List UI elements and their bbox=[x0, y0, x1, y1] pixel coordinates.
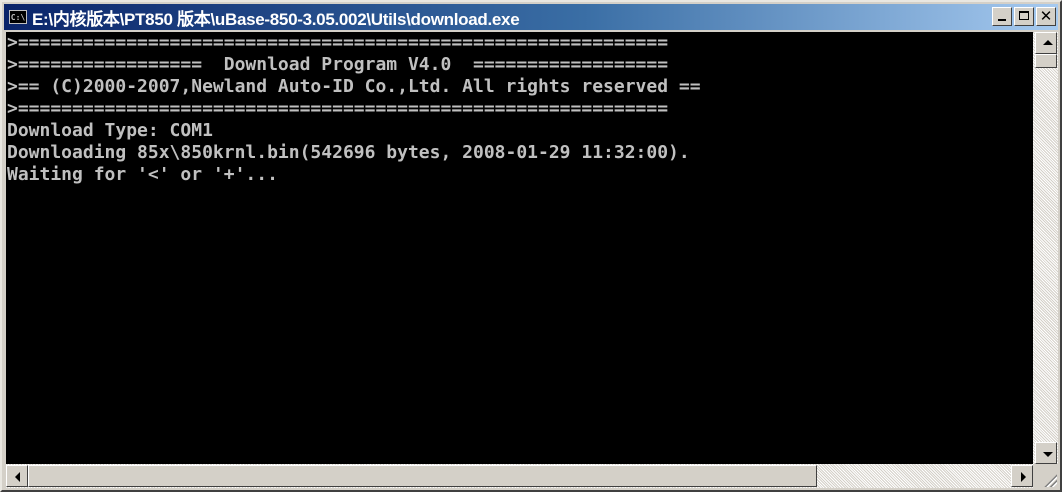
close-icon: ✕ bbox=[1039, 7, 1053, 25]
arrow-right-icon bbox=[1021, 472, 1026, 482]
scroll-left-button[interactable] bbox=[6, 465, 28, 487]
console-output[interactable]: >=======================================… bbox=[6, 32, 1033, 464]
scroll-down-button[interactable] bbox=[1035, 442, 1057, 464]
console-line: Download Type: COM1 bbox=[7, 120, 213, 141]
horizontal-scroll-thumb[interactable] bbox=[28, 465, 817, 487]
arrow-left-icon bbox=[15, 472, 20, 482]
title-bar[interactable]: C:\ E:\内核版本\PT850 版本\uBase-850-3.05.002\… bbox=[4, 4, 1058, 30]
console-line: >================= Download Program V4.0… bbox=[7, 54, 669, 75]
minimize-icon bbox=[998, 19, 1006, 21]
size-grip[interactable] bbox=[1033, 464, 1058, 488]
console-line: Waiting for '<' or '+'... bbox=[7, 164, 278, 185]
scroll-up-button[interactable] bbox=[1035, 32, 1057, 54]
arrow-down-icon bbox=[1043, 452, 1053, 457]
vertical-scrollbar[interactable] bbox=[1033, 32, 1058, 464]
cmd-icon[interactable]: C:\ bbox=[9, 10, 27, 24]
console-line: Downloading 85x\850krnl.bin(542696 bytes… bbox=[7, 142, 690, 163]
close-button[interactable]: ✕ bbox=[1036, 7, 1056, 26]
window-title: E:\内核版本\PT850 版本\uBase-850-3.05.002\Util… bbox=[32, 9, 520, 29]
console-line: >=======================================… bbox=[7, 32, 669, 53]
console-line: >=======================================… bbox=[7, 98, 669, 119]
console-line: >== (C)2000-2007,Newland Auto-ID Co.,Ltd… bbox=[7, 76, 701, 97]
console-window: C:\ E:\内核版本\PT850 版本\uBase-850-3.05.002\… bbox=[0, 0, 1062, 492]
vertical-scroll-thumb[interactable] bbox=[1035, 54, 1057, 68]
resize-grip-icon bbox=[1043, 473, 1057, 487]
minimize-button[interactable] bbox=[992, 7, 1012, 26]
window-controls: ✕ bbox=[990, 7, 1056, 26]
horizontal-scrollbar[interactable] bbox=[6, 464, 1033, 488]
arrow-up-icon bbox=[1043, 40, 1053, 45]
maximize-icon bbox=[1019, 11, 1029, 20]
scroll-right-button[interactable] bbox=[1011, 465, 1033, 487]
maximize-button[interactable] bbox=[1014, 7, 1034, 26]
